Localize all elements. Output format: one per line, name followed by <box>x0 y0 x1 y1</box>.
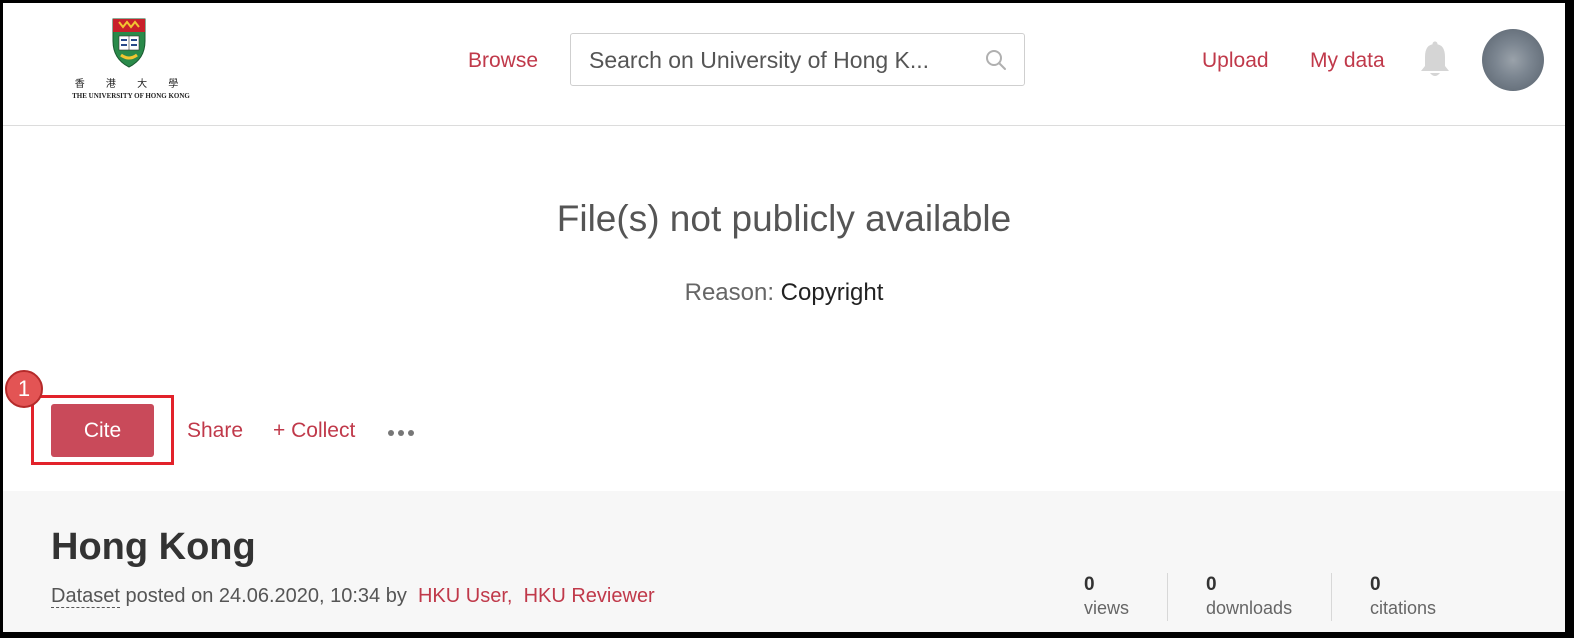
stat-value: 0 <box>1206 574 1217 595</box>
browse-link[interactable]: Browse <box>468 49 538 73</box>
reason-label: Reason: <box>684 279 774 306</box>
dataset-type[interactable]: Dataset <box>51 585 120 608</box>
posted-info: Dataset posted on 24.06.2020, 10:34 by H… <box>51 585 655 608</box>
reason-line: Reason: Copyright <box>3 279 1565 307</box>
search-input[interactable] <box>589 44 969 76</box>
author-link[interactable]: HKU Reviewer <box>524 585 655 607</box>
university-logo[interactable]: 香 港 大 學 THE UNIVERSITY OF HONG KONG <box>51 17 211 107</box>
stat-downloads: 0 downloads <box>1206 574 1292 619</box>
avatar[interactable] <box>1482 29 1544 91</box>
stat-views: 0 views <box>1084 574 1129 619</box>
bell-icon[interactable] <box>1418 41 1452 79</box>
page-frame: 香 港 大 學 THE UNIVERSITY OF HONG KONG Brow… <box>3 3 1565 632</box>
stat-citations: 0 citations <box>1370 574 1436 619</box>
stat-label: citations <box>1370 598 1437 618</box>
unavailable-title: File(s) not publicly available <box>556 198 1012 239</box>
search-icon[interactable] <box>984 48 1008 72</box>
cite-button[interactable]: Cite <box>51 404 154 457</box>
stat-divider <box>1331 573 1332 621</box>
search-box <box>570 33 1025 86</box>
my-data-link[interactable]: My data <box>1310 49 1385 73</box>
stat-label: views <box>1084 598 1130 618</box>
stat-divider <box>1167 573 1168 621</box>
reason-value: Copyright <box>780 279 884 306</box>
collect-link[interactable]: + Collect <box>273 419 355 443</box>
posted-date-text: posted on 24.06.2020, 10:34 by <box>125 585 407 607</box>
more-options-icon[interactable] <box>385 421 417 445</box>
author-link[interactable]: HKU User, <box>418 585 512 607</box>
upload-link[interactable]: Upload <box>1202 49 1269 73</box>
stat-value: 0 <box>1370 574 1381 595</box>
share-link[interactable]: Share <box>187 419 243 443</box>
logo-chinese-text: 香 港 大 學 <box>74 79 188 90</box>
dataset-info-panel: Hong Kong Dataset posted on 24.06.2020, … <box>3 491 1565 632</box>
stat-label: downloads <box>1206 598 1293 618</box>
header: 香 港 大 學 THE UNIVERSITY OF HONG KONG Brow… <box>3 3 1565 126</box>
stat-value: 0 <box>1084 574 1095 595</box>
crest-icon <box>112 18 146 68</box>
dataset-title: Hong Kong <box>51 526 256 568</box>
step-badge: 1 <box>5 370 43 408</box>
logo-english-text: THE UNIVERSITY OF HONG KONG <box>72 92 190 100</box>
